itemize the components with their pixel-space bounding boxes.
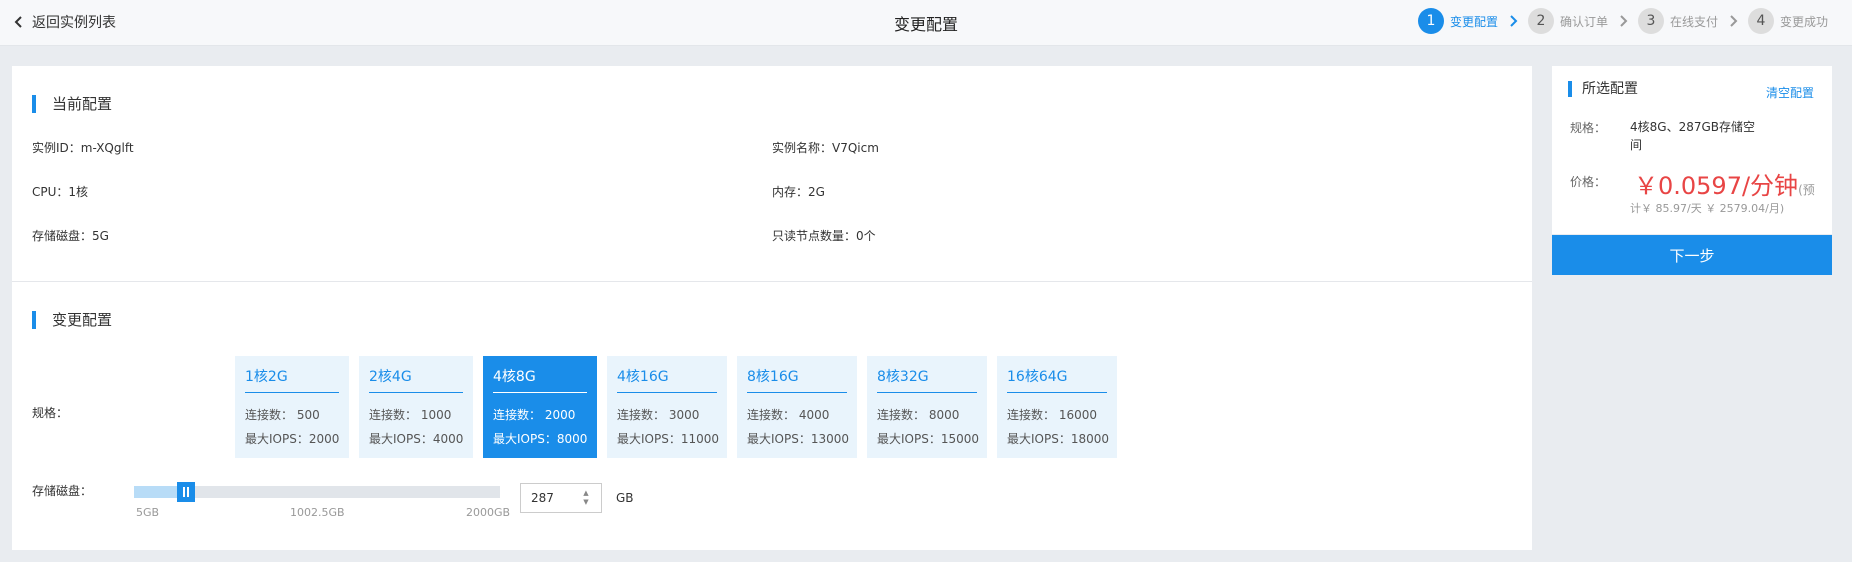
slider-max-label: 2000GB — [466, 506, 511, 519]
spec-name: 8核16G — [747, 366, 847, 393]
spec-name: 4核16G — [617, 366, 717, 393]
step-3: 3 在线支付 — [1637, 8, 1718, 34]
step-2: 2 确认订单 — [1527, 8, 1608, 34]
step-2-label: 确认订单 — [1559, 14, 1608, 29]
spec-connections: 连接数： 1000 — [369, 408, 452, 422]
spec-option-2c4g[interactable]: 2核4G 连接数： 1000 最大IOPS：4000 — [359, 356, 473, 458]
step-3-label: 在线支付 — [1669, 14, 1718, 29]
spec-iops: 最大IOPS：18000 — [1007, 432, 1110, 446]
clear-config-link[interactable]: 清空配置 — [1766, 84, 1814, 101]
spec-name: 8核32G — [877, 366, 977, 393]
section-divider — [12, 281, 1532, 282]
price-estimate: 计￥ 85.97/天 ￥ 2579.04/月) — [1630, 202, 1785, 215]
spec-connections: 连接数： 16000 — [1007, 408, 1097, 422]
price-amount: ￥0.0597/分钟 — [1634, 172, 1799, 200]
disk-size-slider[interactable] — [134, 482, 500, 502]
step-1-label: 变更配置 — [1449, 14, 1498, 29]
spec-connections: 连接数： 3000 — [617, 408, 700, 422]
slider-mid-label: 1002.5GB — [290, 506, 345, 519]
current-config-title: 当前配置 — [32, 95, 112, 113]
spec-iops: 最大IOPS：2000 — [245, 432, 340, 446]
stepper-down-icon[interactable]: ▼ — [583, 499, 588, 506]
spec-option-4c8g[interactable]: 4核8G 连接数： 2000 最大IOPS：8000 — [483, 356, 597, 458]
price-estimate-open: (预 — [1798, 183, 1815, 197]
next-step-button[interactable]: 下一步 — [1552, 235, 1832, 275]
disk-size-stepper[interactable]: ▲ ▼ — [580, 489, 592, 507]
instance-name: 实例名称：V7Qicm — [772, 141, 879, 155]
spec-connections: 连接数： 4000 — [747, 408, 830, 422]
spec-name: 4核8G — [493, 366, 587, 393]
spec-label: 规格： — [32, 406, 69, 420]
step-1: 1 变更配置 — [1417, 8, 1498, 34]
step-indicator: 1 变更配置 2 确认订单 3 在线支付 4 变更成功 — [1417, 8, 1828, 34]
summary-spec-value: 4核8G、287GB存储空间 — [1630, 120, 1756, 152]
step-2-number: 2 — [1527, 8, 1554, 34]
spec-option-1c2g[interactable]: 1核2G 连接数： 500 最大IOPS：2000 — [235, 356, 349, 458]
top-bar: 返回实例列表 变更配置 1 变更配置 2 确认订单 3 在线支付 4 变更成功 — [0, 0, 1852, 46]
summary-price-label: 价格： — [1570, 175, 1607, 189]
chevron-right-icon — [1730, 15, 1738, 27]
spec-connections: 连接数： 8000 — [877, 408, 960, 422]
spec-iops: 最大IOPS：13000 — [747, 432, 850, 446]
spec-name: 16核64G — [1007, 366, 1107, 393]
spec-iops: 最大IOPS：8000 — [493, 432, 588, 446]
spec-option-8c32g[interactable]: 8核32G 连接数： 8000 最大IOPS：15000 — [867, 356, 987, 458]
disk-label: 存储磁盘： — [32, 484, 93, 498]
slider-min-label: 5GB — [136, 506, 160, 519]
spec-options: 1核2G 连接数： 500 最大IOPS：2000 2核4G 连接数： 1000… — [235, 356, 1117, 458]
spec-iops: 最大IOPS：15000 — [877, 432, 980, 446]
step-1-number: 1 — [1417, 8, 1444, 34]
spec-iops: 最大IOPS：11000 — [617, 432, 720, 446]
summary-title: 所选配置 — [1568, 81, 1638, 97]
step-3-number: 3 — [1637, 8, 1664, 34]
chevron-right-icon — [1620, 15, 1628, 27]
step-4: 4 变更成功 — [1747, 8, 1828, 34]
spec-option-16c64g[interactable]: 16核64G 连接数： 16000 最大IOPS：18000 — [997, 356, 1117, 458]
spec-connections: 连接数： 2000 — [493, 408, 576, 422]
step-4-label: 变更成功 — [1779, 14, 1828, 29]
spec-connections: 连接数： 500 — [245, 408, 320, 422]
spec-iops: 最大IOPS：4000 — [369, 432, 464, 446]
config-panel: 当前配置 实例ID：m-XQglft 实例名称：V7Qicm CPU：1核 内存… — [12, 66, 1532, 550]
summary-panel: 所选配置 清空配置 规格： 4核8G、287GB存储空间 价格： ￥0.0597… — [1552, 66, 1832, 234]
memory-value: 内存：2G — [772, 185, 825, 199]
spec-name: 2核4G — [369, 366, 463, 393]
summary-spec-label: 规格： — [1570, 121, 1607, 135]
disk-unit: GB — [616, 491, 634, 505]
cpu-value: CPU：1核 — [32, 185, 89, 199]
spec-option-8c16g[interactable]: 8核16G 连接数： 4000 最大IOPS：13000 — [737, 356, 857, 458]
price-value: ￥0.0597/分钟(预 — [1634, 166, 1815, 201]
spec-option-4c16g[interactable]: 4核16G 连接数： 3000 最大IOPS：11000 — [607, 356, 727, 458]
spec-name: 1核2G — [245, 366, 339, 393]
step-4-number: 4 — [1747, 8, 1774, 34]
change-config-title: 变更配置 — [32, 311, 112, 329]
instance-id: 实例ID：m-XQglft — [32, 141, 134, 155]
chevron-right-icon — [1510, 15, 1518, 27]
slider-handle[interactable] — [177, 482, 195, 502]
stepper-up-icon[interactable]: ▲ — [583, 490, 588, 497]
disk-value: 存储磁盘：5G — [32, 229, 109, 243]
readonly-nodes-value: 只读节点数量：0个 — [772, 229, 876, 243]
